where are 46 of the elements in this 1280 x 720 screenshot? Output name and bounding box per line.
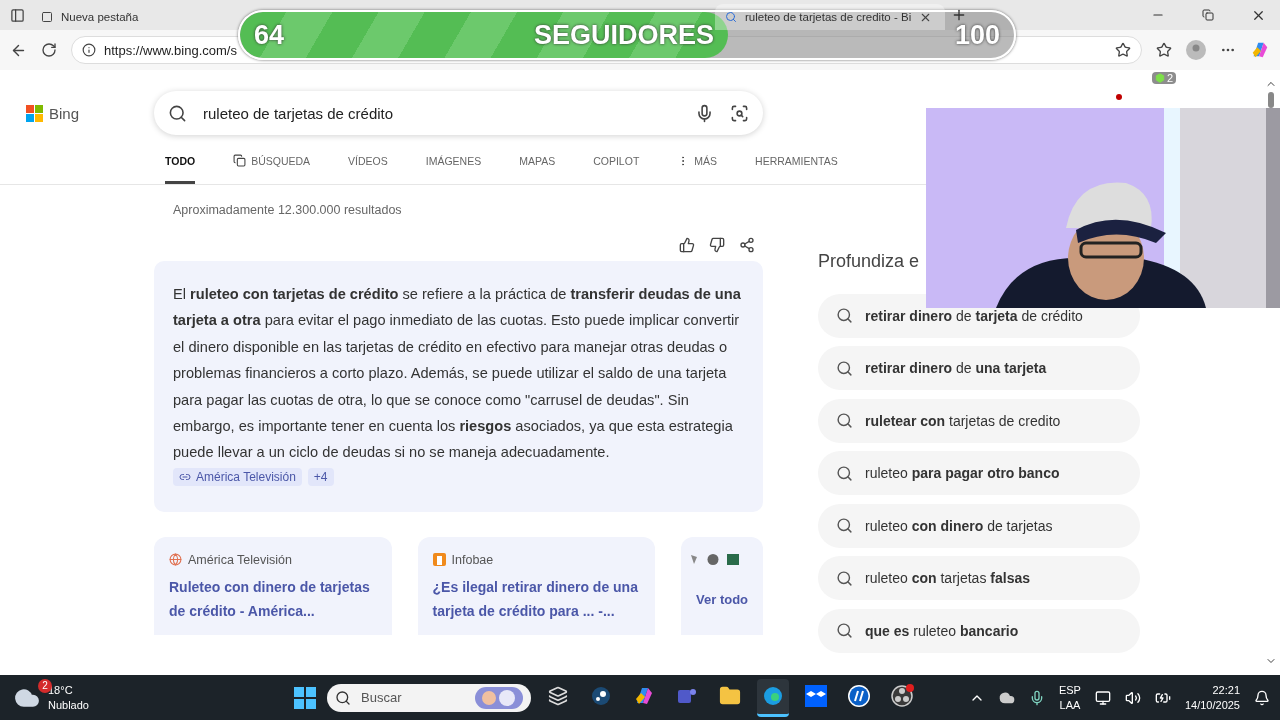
site-name: América Televisión: [188, 552, 292, 567]
keyboard-layout[interactable]: LAA: [1059, 697, 1081, 713]
related-search[interactable]: ruleteo con dinero de tarjetas: [818, 503, 1140, 548]
nav-tab[interactable]: TODO: [165, 155, 196, 184]
temperature: 18°C: [48, 683, 74, 698]
nav-tab[interactable]: IMÁGENES: [425, 155, 482, 184]
follower-goal: 100: [954, 19, 1000, 51]
answer-text: El ruleteo con tarjetas de crédito se refiere a la práctica de transferir deudas de una tarjeta a otra para evitar el pago inmediato de las cuotas. Esto puede implicar convertir el dinero disponible en las tarjetas de crédito en efectivo para manejar otras deudas o problemas financieros a corto plazo. Además, se puede utilizar el saldo de una tarjeta para pagar las cuotas de otra, lo que se conoce como "carrusel de deudas". Sin embargo, es importante tener en cuenta los riesgos asociados, ya que esta estrategia puede llevar a un ciclo de deudas si no se maneja adecuadamente.: [173, 285, 742, 463]
nav-tab[interactable]: MÁS: [677, 155, 718, 184]
result-count: Aproximadamente 12.300.000 resultados: [172, 202, 403, 217]
follower-label: SEGUIDORES: [534, 19, 715, 51]
related-search[interactable]: ruleteo con tarjetas falsas: [818, 556, 1140, 600]
tab-title: Nueva pestaña: [61, 11, 139, 23]
weather-condition: Nublado: [48, 697, 89, 713]
tab-title: ruleteo de tarjetas de credito - Bi: [745, 11, 912, 23]
related-search[interactable]: ruletear con tarjetas de credito: [818, 398, 1140, 443]
nav-tab[interactable]: BÚSQUEDA: [233, 154, 311, 184]
result-link[interactable]: Ruleteo con dinero de tarjetas de crédito - América...: [169, 574, 377, 623]
clock-date[interactable]: 14/10/2025: [1184, 697, 1240, 713]
more-sources-chip[interactable]: +4: [307, 467, 334, 486]
nav-tab[interactable]: COPILOT: [593, 155, 640, 184]
nav-tab[interactable]: VÍDEOS: [348, 155, 388, 184]
search-field[interactable]: ruleteo de tarjetas de crédito: [154, 91, 763, 135]
nav-tab[interactable]: HERRAMIENTAS: [755, 155, 838, 184]
related-search[interactable]: ruleteo para pagar otro banco: [818, 451, 1140, 495]
more-sources-card[interactable]: Ver todo: [681, 536, 763, 635]
result-link[interactable]: ¿Es ilegal retirar dinero de una tarjeta de crédito para ... -...: [432, 574, 641, 623]
language[interactable]: ESP: [1058, 682, 1081, 698]
source-chip[interactable]: América Televisión: [173, 467, 302, 486]
related-search[interactable]: que es ruleteo bancario: [818, 608, 1140, 653]
nav-tab[interactable]: MAPAS: [519, 155, 556, 184]
follower-count: 64: [254, 19, 285, 51]
query-text: ruleteo de tarjetas de crédito: [203, 104, 394, 122]
taskbar-search-field[interactable]: Buscar: [327, 683, 531, 712]
source-card[interactable]: América Televisión Ruleteo con dinero de tarjetas de crédito - América...: [154, 536, 392, 635]
url-text: https://www.bing.com/s: [104, 42, 237, 58]
browser-tab[interactable]: ruleteo de tarjetas de credito - Bi: [715, 4, 945, 30]
site-name: Infobae: [451, 552, 494, 567]
related-search[interactable]: retirar dinero de una tarjeta: [818, 346, 1140, 390]
search-placeholder: Buscar: [361, 690, 402, 705]
brand-name: Bing: [49, 104, 80, 122]
related-heading: Profundiza e: [818, 251, 921, 273]
clock-time[interactable]: 22:21: [1212, 682, 1240, 698]
see-all-link[interactable]: Ver todo: [689, 591, 755, 607]
source-card[interactable]: Infobae ¿Es ilegal retirar dinero de una tarjeta de crédito para ... -...: [417, 536, 656, 635]
browser-tab[interactable]: Nueva pestaña: [31, 4, 231, 30]
